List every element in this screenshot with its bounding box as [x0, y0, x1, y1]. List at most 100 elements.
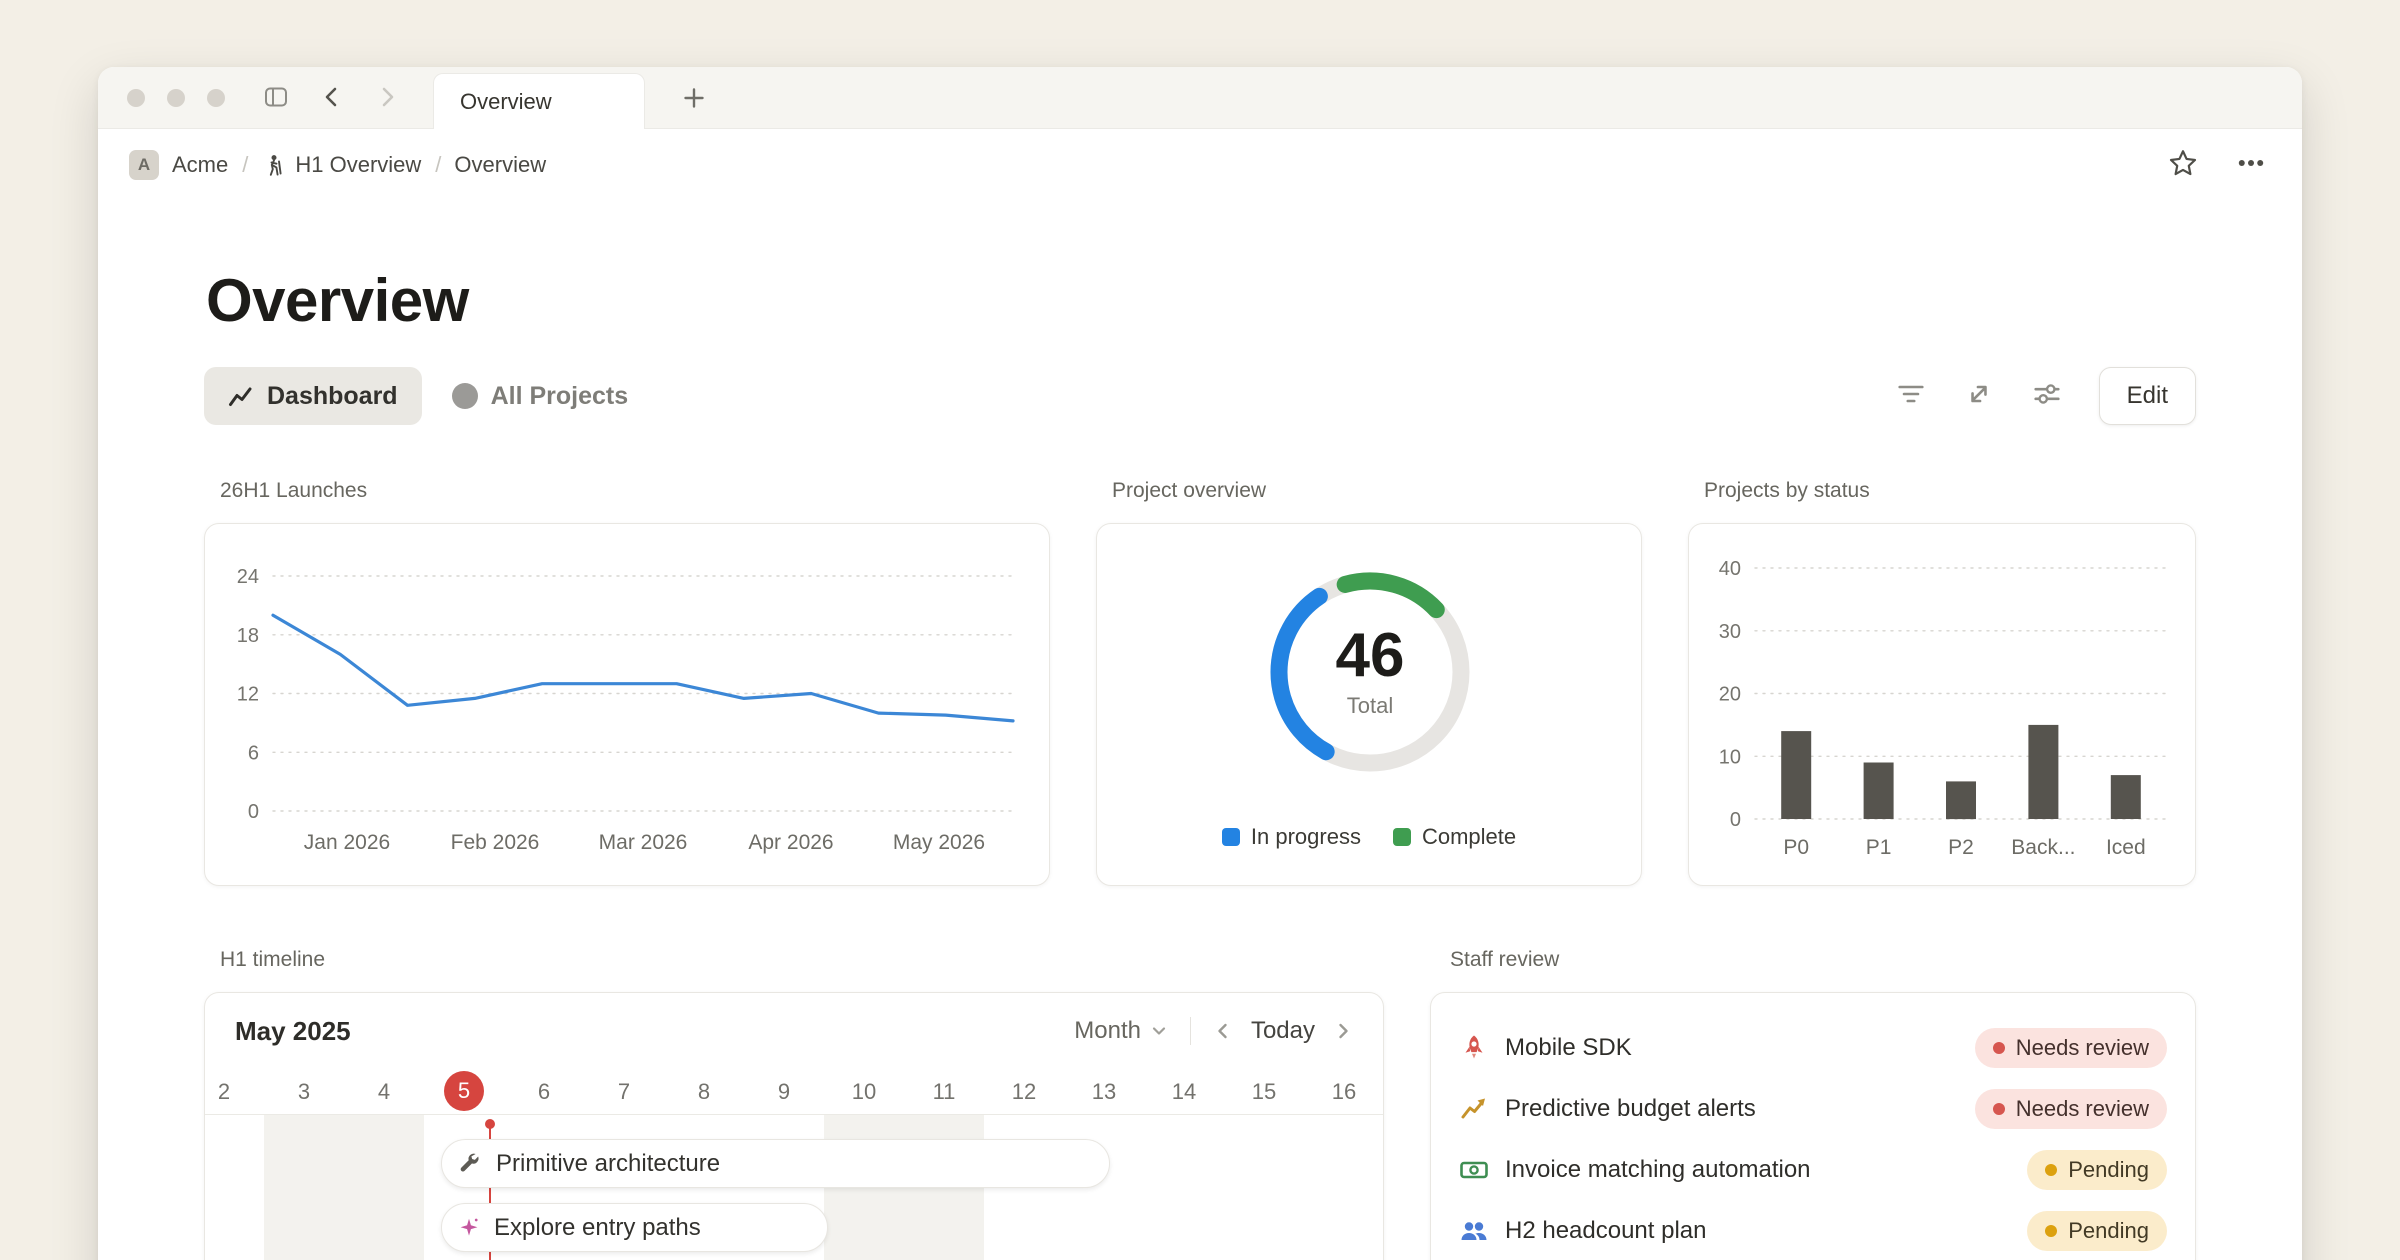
view-tabs-row: Dashboard All Projects Edit — [204, 367, 2196, 425]
staff-item-label: H2 headcount plan — [1505, 1217, 1707, 1245]
timeline-date[interactable]: 14 — [1144, 1069, 1224, 1114]
staff-row[interactable]: H2 headcount plan Pending — [1431, 1200, 2195, 1260]
forward-icon[interactable] — [374, 84, 400, 110]
filter-icon[interactable] — [1897, 380, 1925, 413]
desktop: { "window": { "tab_title": "Overview", "… — [0, 0, 2400, 1260]
x-axis-tick-label: Feb 2026 — [451, 831, 540, 854]
charts-row: 0 6 12 18 24 Jan 2026 Feb 2026 Mar 2026 Apr 2026… — [204, 523, 2196, 886]
timeline-item-label: Primitive architecture — [496, 1150, 720, 1178]
timeline-body: Primitive architecture Explore entry path… — [205, 1115, 1383, 1260]
legend-item: Complete — [1393, 824, 1516, 850]
window-controls — [127, 89, 225, 107]
edit-button-label: Edit — [2127, 382, 2168, 410]
timeline-item[interactable]: Explore entry paths — [441, 1203, 828, 1252]
edit-button[interactable]: Edit — [2099, 367, 2196, 425]
people-icon — [1459, 1216, 1489, 1246]
x-axis-tick-label: Apr 2026 — [748, 831, 833, 854]
traffic-light-zoom[interactable] — [207, 89, 225, 107]
bar — [2111, 775, 2141, 819]
projects-by-status-bar-card: 010203040P0P1P2Back...Iced — [1688, 523, 2196, 886]
tab-all-projects[interactable]: All Projects — [452, 367, 629, 425]
timeline-view-label: Month — [1074, 1017, 1141, 1045]
y-axis-tick-label: 12 — [237, 684, 259, 706]
sidebar-toggle-icon[interactable] — [263, 84, 289, 110]
y-axis-tick-label: 0 — [1730, 809, 1741, 831]
page-content: Overview Dashboard All Projects — [98, 265, 2302, 1260]
timeline-date[interactable]: 6 — [504, 1069, 584, 1114]
x-axis-tick-label: P2 — [1948, 836, 1974, 859]
tab-dashboard[interactable]: Dashboard — [204, 367, 422, 425]
x-axis-tick-label: Iced — [2106, 836, 2146, 859]
bottom-row: May 2025 Month Today — [204, 992, 2196, 1260]
weekend-column — [264, 1115, 344, 1260]
new-tab-icon[interactable] — [682, 86, 708, 112]
status-card-label: Projects by status — [1688, 479, 2196, 503]
timeline-date[interactable]: 13 — [1064, 1069, 1144, 1114]
divider — [1190, 1017, 1191, 1045]
card-labels-row: 26H1 Launches Project overview Projects … — [204, 479, 2196, 503]
timeline-card: May 2025 Month Today — [204, 992, 1384, 1260]
status-pill: Pending — [2027, 1211, 2167, 1251]
donut-total-value: 46 — [1336, 625, 1405, 687]
settings-sliders-icon[interactable] — [2033, 380, 2061, 413]
line-chart-icon — [228, 383, 254, 409]
timeline-date[interactable]: 7 — [584, 1069, 664, 1114]
timeline-today-button[interactable]: Today — [1251, 1017, 1315, 1045]
timeline-date[interactable]: 16 — [1304, 1069, 1384, 1114]
breadcrumb-current[interactable]: Overview — [454, 152, 546, 178]
weekend-column — [344, 1115, 424, 1260]
favorite-star-icon[interactable] — [2168, 148, 2198, 183]
timeline-header: May 2025 Month Today — [205, 993, 1383, 1069]
timeline-prev-icon[interactable] — [1213, 1021, 1233, 1041]
timeline-date[interactable]: 9 — [744, 1069, 824, 1114]
status-pill: Needs review — [1975, 1028, 2167, 1068]
timeline-date[interactable]: 12 — [984, 1069, 1064, 1114]
timeline-today-date[interactable]: 5 — [444, 1071, 484, 1111]
traffic-light-minimize[interactable] — [167, 89, 185, 107]
timeline-date[interactable]: 11 — [904, 1069, 984, 1114]
more-options-icon[interactable] — [2236, 148, 2266, 183]
workspace-avatar[interactable]: A — [129, 150, 159, 180]
x-axis-tick-label: Jan 2026 — [304, 831, 390, 854]
timeline-date[interactable]: 15 — [1224, 1069, 1304, 1114]
staff-row[interactable]: Predictive budget alertsNeeds review — [1431, 1078, 2195, 1139]
timeline-view-dropdown[interactable]: Month — [1074, 1017, 1168, 1045]
x-axis-tick-label: P0 — [1783, 836, 1809, 859]
timeline-next-icon[interactable] — [1333, 1021, 1353, 1041]
timeline-date[interactable]: 10 — [824, 1069, 904, 1114]
status-dot — [1993, 1042, 2005, 1054]
x-axis-tick-label: P1 — [1866, 836, 1892, 859]
staff-item-label: Predictive budget alerts — [1505, 1095, 1756, 1123]
y-axis-tick-label: 24 — [237, 566, 259, 588]
tab-dashboard-label: Dashboard — [267, 382, 398, 411]
donut-chart: 46 Total — [1260, 562, 1480, 782]
tab-overview[interactable]: Overview — [433, 73, 645, 129]
timeline-dates-row: 2345678910111213141516 — [205, 1069, 1383, 1115]
back-icon[interactable] — [319, 84, 345, 110]
expand-icon[interactable] — [1965, 380, 1993, 413]
project-overview-donut-card: 46 Total In progressComplete — [1096, 523, 1642, 886]
timeline-date[interactable]: 3 — [264, 1069, 344, 1114]
timeline-controls: Month Today — [1074, 1017, 1353, 1045]
page-title: Overview — [206, 265, 2196, 337]
timeline-date[interactable]: 8 — [664, 1069, 744, 1114]
traffic-light-close[interactable] — [127, 89, 145, 107]
breadcrumb-parent[interactable]: H1 Overview — [295, 152, 421, 178]
staff-row[interactable]: Mobile SDK Needs review — [1431, 1017, 2195, 1078]
chevron-down-icon — [1150, 1022, 1168, 1040]
x-axis-tick-label: May 2026 — [893, 831, 985, 854]
timeline-date[interactable]: 4 — [344, 1069, 424, 1114]
timeline-date[interactable]: 2 — [204, 1069, 264, 1114]
rocket-icon — [1459, 1033, 1489, 1063]
breadcrumb-workspace[interactable]: Acme — [172, 152, 228, 178]
tab-title: Overview — [460, 89, 552, 115]
staff-review-card: Mobile SDK Needs review Predictive budget … — [1430, 992, 2196, 1260]
y-axis-tick-label: 18 — [237, 625, 259, 647]
status-dot — [1993, 1103, 2005, 1115]
timeline-item[interactable]: Primitive architecture — [441, 1139, 1110, 1188]
y-axis-tick-label: 6 — [248, 742, 259, 764]
staff-row[interactable]: Invoice matching automationPending — [1431, 1139, 2195, 1200]
staff-item-label: Mobile SDK — [1505, 1034, 1632, 1062]
x-axis-tick-label: Mar 2026 — [599, 831, 688, 854]
donut-center: 46 Total — [1260, 562, 1480, 782]
